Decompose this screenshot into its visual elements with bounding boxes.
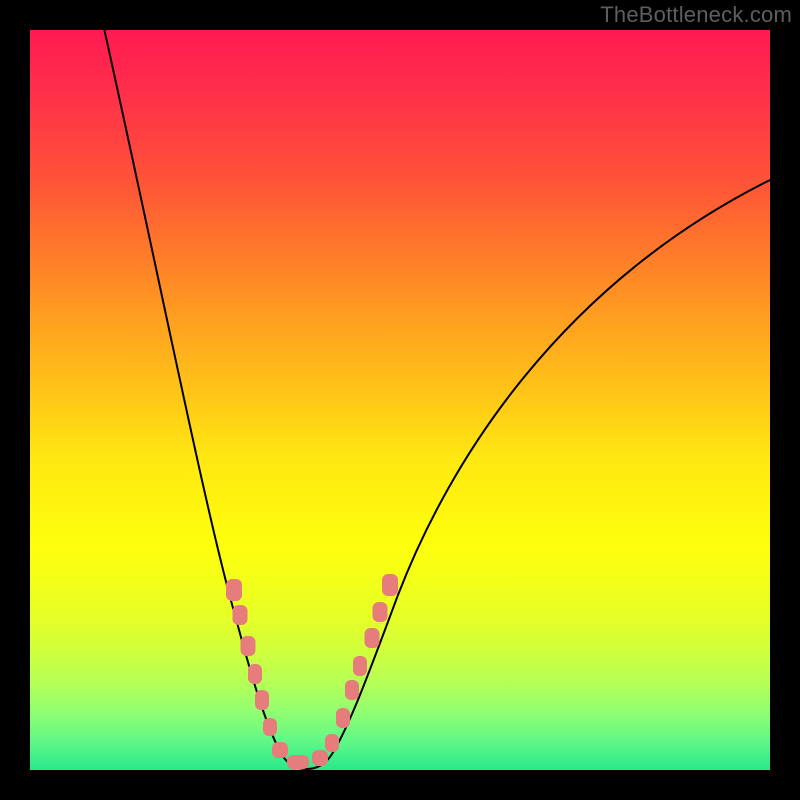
chart-frame: TheBottleneck.com	[0, 0, 800, 800]
marker-group	[226, 574, 398, 769]
data-marker	[287, 755, 309, 769]
data-marker	[336, 708, 350, 728]
data-marker	[382, 574, 398, 596]
data-marker	[312, 750, 328, 766]
data-marker	[248, 664, 262, 684]
bottleneck-curve	[100, 30, 770, 769]
data-marker	[353, 656, 367, 676]
data-marker	[373, 602, 388, 622]
data-marker	[226, 579, 242, 601]
data-marker	[272, 742, 288, 758]
data-marker	[345, 680, 359, 700]
data-marker	[365, 628, 380, 648]
data-marker	[233, 605, 248, 625]
chart-svg	[30, 30, 770, 770]
data-marker	[241, 636, 256, 656]
data-marker	[325, 734, 339, 752]
watermark-text: TheBottleneck.com	[600, 2, 792, 28]
data-marker	[255, 690, 269, 710]
data-marker	[263, 718, 277, 736]
plot-area	[30, 30, 770, 770]
